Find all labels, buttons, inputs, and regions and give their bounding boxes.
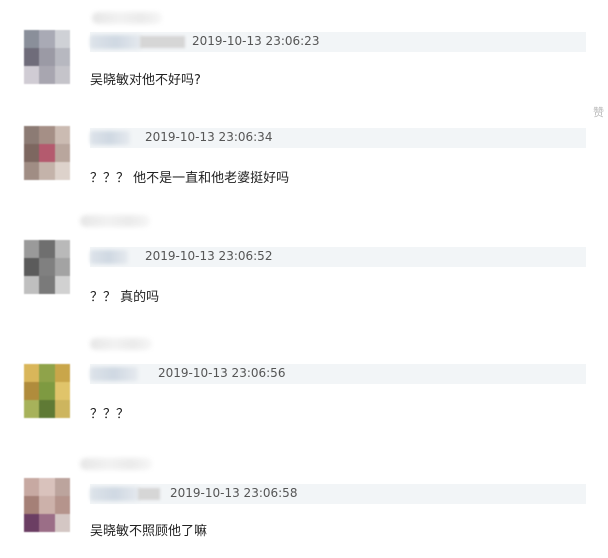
avatar[interactable]: [24, 126, 70, 180]
avatar[interactable]: [24, 478, 70, 532]
username-blurred[interactable]: [90, 487, 140, 501]
blurred-username: [90, 338, 152, 350]
comment-item: 2019-10-13 23:06:34 ？？？ 他不是一直和他老婆挺好吗: [0, 100, 608, 210]
comment-timestamp: 2019-10-13 23:06:34: [145, 130, 273, 144]
comment-text: 吴晓敏不照顾他了嘛: [90, 524, 208, 539]
comment-item: 2019-10-13 23:06:52 ？？ 真的吗: [0, 210, 608, 320]
comment-item: 2019-10-13 23:06:56 ？？？: [0, 330, 608, 440]
comment-meta-bar: 2019-10-13 23:06:52: [90, 247, 586, 267]
comment-text: ？？？ 他不是一直和他老婆挺好吗: [90, 171, 290, 186]
comment-text: ？？ 真的吗: [90, 290, 160, 305]
comment-meta-bar: 2019-10-13 23:06:58: [90, 484, 586, 504]
blurred-username: [92, 12, 162, 24]
comment-timestamp: 2019-10-13 23:06:52: [145, 249, 273, 263]
username-blurred-extra: [138, 488, 160, 500]
comment-meta-bar: 2019-10-13 23:06:56: [90, 364, 586, 384]
avatar[interactable]: [24, 30, 70, 84]
username-blurred[interactable]: [90, 35, 142, 49]
comment-text: 吴晓敏对他不好吗?: [90, 73, 201, 88]
avatar[interactable]: [24, 364, 70, 418]
comment-meta-bar: 2019-10-13 23:06:23: [90, 32, 586, 52]
comment-text: ？？？: [90, 407, 130, 422]
comment-meta-bar: 2019-10-13 23:06:34: [90, 128, 586, 148]
comment-item: 2019-10-13 23:06:23 吴晓敏对他不好吗?: [0, 0, 608, 110]
comment-timestamp: 2019-10-13 23:06:58: [170, 486, 298, 500]
username-blurred[interactable]: [90, 131, 130, 145]
blurred-username: [80, 458, 152, 470]
comment-timestamp: 2019-10-13 23:06:23: [192, 34, 320, 48]
comment-timestamp: 2019-10-13 23:06:56: [158, 366, 286, 380]
username-blurred-extra: [140, 36, 185, 48]
username-blurred[interactable]: [90, 367, 138, 381]
username-blurred[interactable]: [90, 250, 128, 264]
blurred-username: [80, 215, 150, 227]
comment-item: 2019-10-13 23:06:58 吴晓敏不照顾他了嘛: [0, 448, 608, 558]
avatar[interactable]: [24, 240, 70, 294]
